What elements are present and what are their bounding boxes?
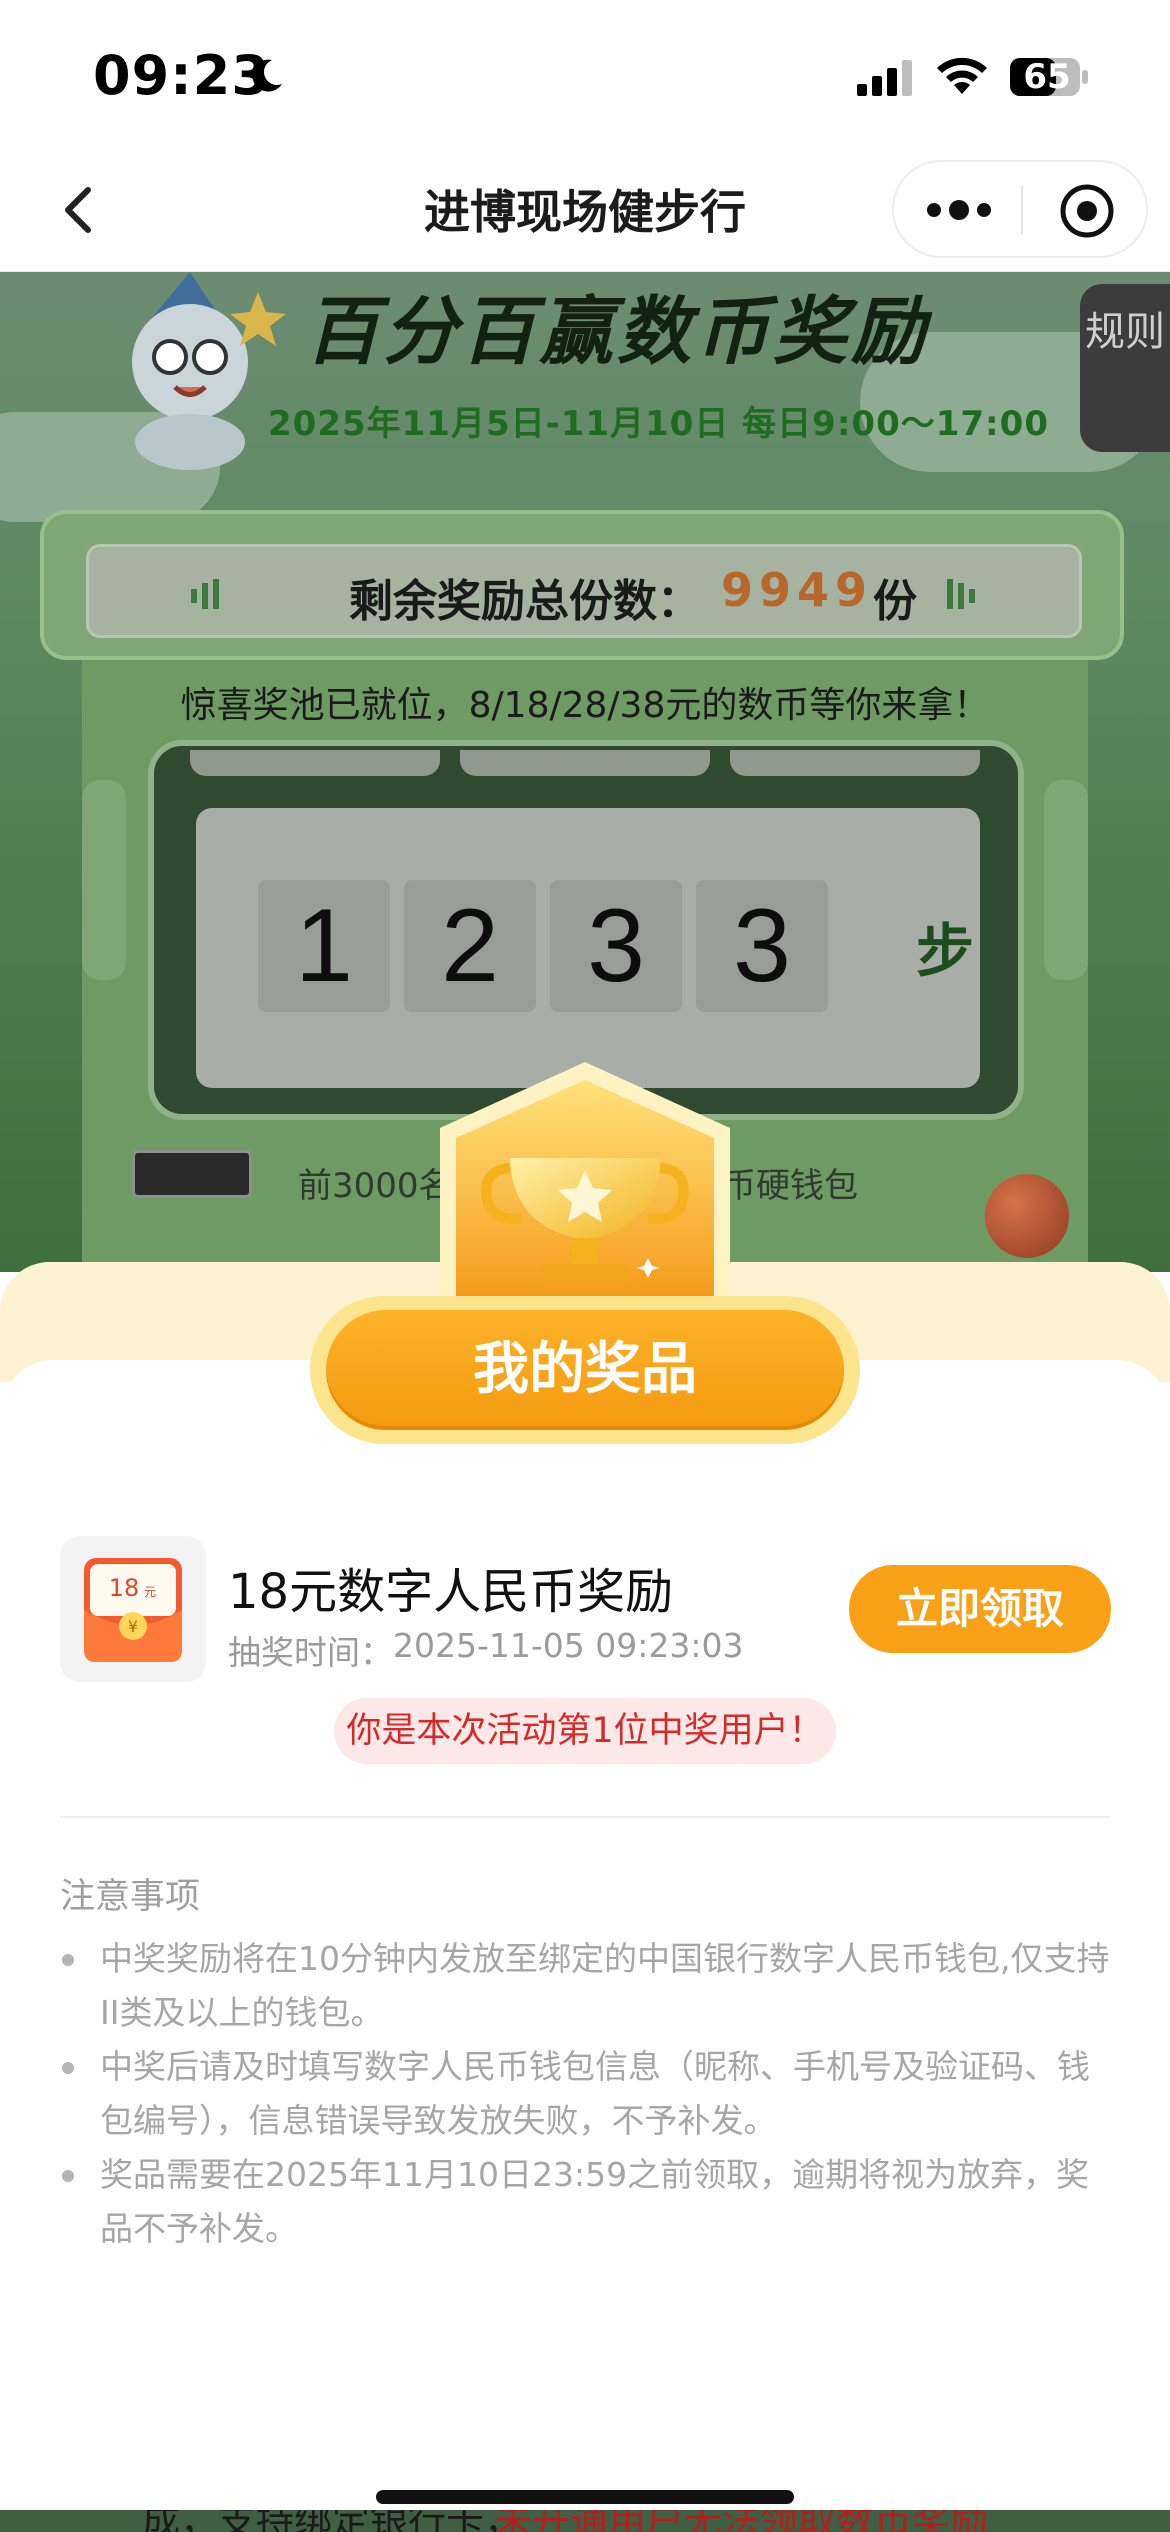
cellular-signal-icon (857, 60, 912, 96)
coin-slot-grill (132, 1150, 252, 1198)
step-digit: 3 (550, 880, 682, 1012)
note-item: 中奖奖励将在10分钟内发放至绑定的中国银行数字人民币钱包,仅支持II类及以上的钱… (60, 1932, 1120, 2040)
winner-badge: 你是本次活动第1位中奖用户！ (334, 1698, 836, 1764)
trophy-icon (440, 1062, 730, 1302)
machine-vent (1044, 780, 1088, 980)
page-title: 进博现场健步行 (424, 185, 746, 239)
banner-date: 2025年11月5日-11月10日 每日9:00～17:00 (268, 404, 1049, 444)
banner-title: 百分百赢数币奖励 (305, 289, 929, 375)
step-unit: 步 (916, 917, 975, 985)
step-digit: 2 (404, 880, 536, 1012)
my-prizes-header: 我的奖品 (310, 1296, 860, 1444)
battery-level: 65 (1023, 57, 1071, 97)
mini-program-capsule (892, 160, 1148, 258)
envelope-amount: 18 (109, 1574, 140, 1602)
section-divider (60, 1816, 1110, 1818)
remaining-counter: 剩余奖励总份数： 9949 份 (86, 544, 1082, 638)
step-digit: 1 (258, 880, 390, 1012)
frame-slot (190, 750, 440, 776)
frame-slot (460, 750, 710, 776)
activity-footnote-left: 前3000名 (298, 1166, 453, 1206)
strip-warning-text: 未开通用户无法领取数币奖励 (494, 2510, 989, 2532)
draw-time: 2025-11-05 09:23:03 (393, 1626, 744, 1665)
wifi-icon (937, 57, 987, 94)
underlying-page-strip: 成，支持绑定银行卡， 未开通用户无法领取数币奖励 (0, 2510, 1170, 2532)
envelope-unit: 元 (144, 1585, 156, 1599)
frame-slot (730, 750, 980, 776)
red-envelope-icon: ¥ 18 元 (84, 1558, 182, 1662)
home-indicator[interactable] (376, 2490, 794, 2504)
more-dots-icon[interactable] (924, 192, 994, 228)
close-target-icon[interactable] (1058, 182, 1116, 240)
moon-icon (252, 59, 282, 92)
claim-now-button[interactable]: 立即领取 (849, 1565, 1111, 1653)
remaining-value: 9949 (721, 563, 874, 617)
rules-label: 规则 (1085, 309, 1165, 355)
machine-header: 剩余奖励总份数： 9949 份 (40, 510, 1124, 660)
signal-bars-icon (191, 579, 219, 609)
note-item: 中奖后请及时填写数字人民币钱包信息（昵称、手机号及验证码、钱包编号），信息错误导… (60, 2040, 1120, 2148)
signal-bars-icon (947, 579, 975, 609)
notes-list: 中奖奖励将在10分钟内发放至绑定的中国银行数字人民币钱包,仅支持II类及以上的钱… (60, 1932, 1120, 2256)
draw-time-label: 抽奖时间： (228, 1633, 393, 1672)
activity-footnote-right: 币硬钱包 (722, 1166, 858, 1206)
machine-vent (82, 780, 126, 980)
capsule-divider (1021, 186, 1023, 234)
status-bar: 09:23 65 (0, 0, 1170, 150)
notes-title: 注意事项 (60, 1877, 201, 1917)
prize-name: 18元数字人民币奖励 (228, 1564, 674, 1620)
strip-text: 成，支持绑定银行卡， (142, 2510, 523, 2532)
status-time: 09:23 (93, 44, 270, 107)
my-prizes-pill: 我的奖品 (326, 1310, 844, 1430)
remaining-label: 剩余奖励总份数： (349, 576, 701, 627)
remaining-unit: 份 (873, 576, 917, 627)
back-arrow-icon[interactable] (54, 180, 104, 240)
my-prizes-label: 我的奖品 (473, 1337, 697, 1402)
step-display: 1 2 3 3 步 (196, 808, 980, 1088)
ball-decoration (985, 1174, 1069, 1258)
nav-bar: 进博现场健步行 (0, 150, 1170, 272)
rules-tab[interactable]: 规则 (1080, 284, 1170, 452)
svg-text:¥: ¥ (128, 1617, 138, 1636)
prize-pool-text: 惊喜奖池已就位，8/18/28/38元的数币等你来拿！ (180, 685, 990, 726)
mascot-illustration (132, 272, 286, 470)
red-envelope-card: ¥ 18 元 (60, 1536, 206, 1682)
note-item: 奖品需要在2025年11月10日23:59之前领取，逾期将视为放弃，奖品不予补发… (60, 2148, 1120, 2256)
step-digit: 3 (696, 880, 828, 1012)
